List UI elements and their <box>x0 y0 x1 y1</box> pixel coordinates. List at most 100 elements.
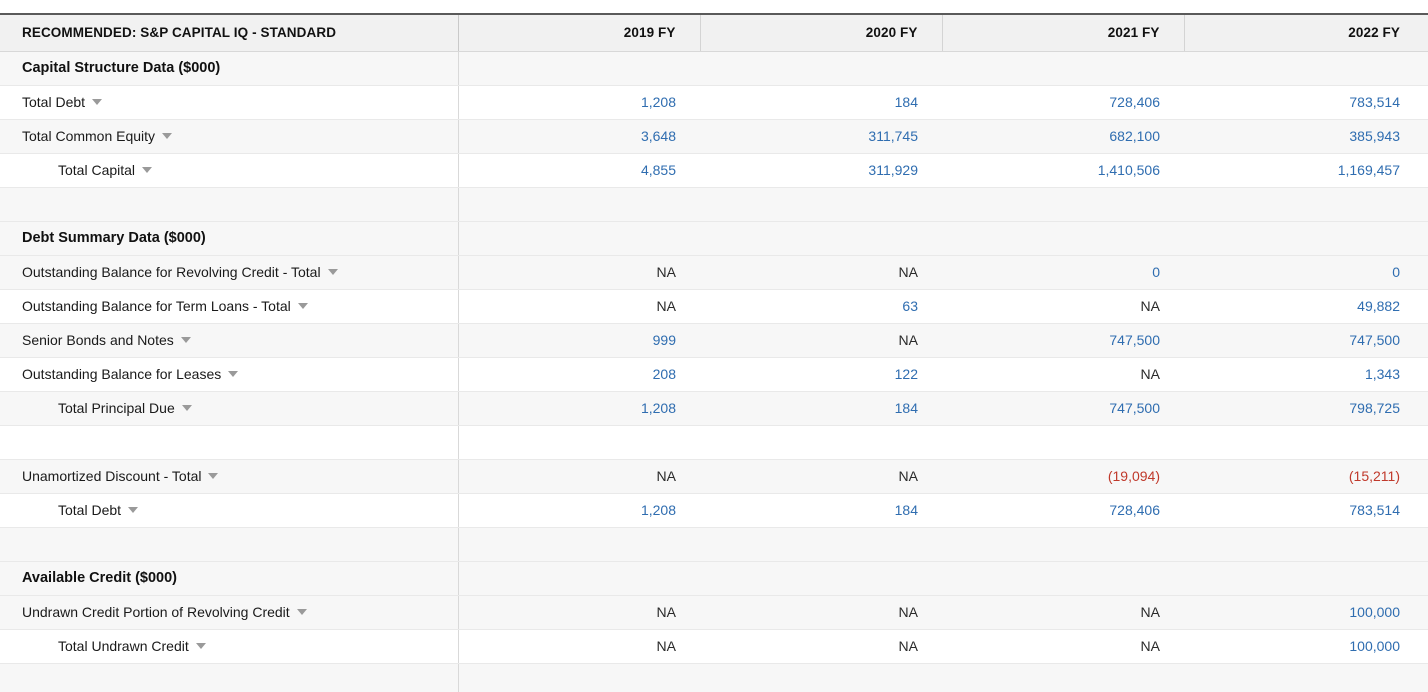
row-label[interactable]: Outstanding Balance for Term Loans - Tot… <box>0 289 458 323</box>
value-cell-2019-fy: 1,208 <box>458 493 700 527</box>
chevron-down-icon[interactable] <box>298 303 308 309</box>
cell-value: 122 <box>895 366 918 382</box>
cell-value: 0 <box>1152 264 1160 280</box>
row-label-text: Unamortized Discount - Total <box>22 468 201 484</box>
chevron-down-icon[interactable] <box>181 337 191 343</box>
value-cell-2020-fy <box>700 561 942 595</box>
capital-structure-table: RECOMMENDED: S&P CAPITAL IQ - STANDARD 2… <box>0 13 1428 692</box>
cell-value: (15,211) <box>1349 468 1400 484</box>
value-cell-2021-fy: NA <box>942 629 1184 663</box>
chevron-down-icon[interactable] <box>92 99 102 105</box>
row-label[interactable]: Total Debt <box>0 85 458 119</box>
cell-value: NA <box>899 468 918 484</box>
row-label-text: Undrawn Credit Portion of Revolving Cred… <box>22 604 290 620</box>
cell-value: NA <box>657 638 676 654</box>
value-cell-2022-fy: 1,343 <box>1184 357 1428 391</box>
chevron-down-icon[interactable] <box>297 609 307 615</box>
column-header-2021[interactable]: 2021 FY <box>942 14 1184 51</box>
row-label[interactable]: Total Debt <box>0 493 458 527</box>
header-row: RECOMMENDED: S&P CAPITAL IQ - STANDARD 2… <box>0 14 1428 51</box>
value-cell-2019-fy: 1,208 <box>458 85 700 119</box>
column-header-2020[interactable]: 2020 FY <box>700 14 942 51</box>
value-cell-2022-fy <box>1184 51 1428 85</box>
value-cell-2022-fy: 747,500 <box>1184 323 1428 357</box>
value-cell-2020-fy: NA <box>700 595 942 629</box>
value-cell-2019-fy: 1,208 <box>458 391 700 425</box>
value-cell-2019-fy <box>458 51 700 85</box>
cell-value: 0 <box>1392 264 1400 280</box>
cell-value: NA <box>899 264 918 280</box>
value-cell-2019-fy: 999 <box>458 323 700 357</box>
cell-value: NA <box>899 604 918 620</box>
chevron-down-icon[interactable] <box>182 405 192 411</box>
chevron-down-icon[interactable] <box>142 167 152 173</box>
chevron-down-icon[interactable] <box>328 269 338 275</box>
cell-value: 311,745 <box>868 128 918 144</box>
row-label-text: Outstanding Balance for Leases <box>22 366 221 382</box>
row-label[interactable]: Unamortized Discount - Total <box>0 459 458 493</box>
row-label[interactable]: Outstanding Balance for Leases <box>0 357 458 391</box>
chevron-down-icon[interactable] <box>196 643 206 649</box>
value-cell-2020-fy: NA <box>700 459 942 493</box>
table-row: Total Debt1,208184 728,406 783,514 <box>0 493 1428 527</box>
value-cell-2021-fy: 0 <box>942 255 1184 289</box>
cell-value: 385,943 <box>1349 128 1400 144</box>
section-header-row: Capital Structure Data ($000) <box>0 51 1428 85</box>
value-cell-2022-fy <box>1184 221 1428 255</box>
value-cell-2020-fy: NA <box>700 323 942 357</box>
value-cell-2020-fy <box>700 527 942 561</box>
section-label: Available Credit ($000) <box>0 561 458 595</box>
cell-value: 728,406 <box>1109 502 1160 518</box>
value-cell-2020-fy: 184 <box>700 85 942 119</box>
spacer-row <box>0 187 1428 221</box>
row-label[interactable]: Undrawn Credit Portion of Revolving Cred… <box>0 595 458 629</box>
value-cell-2019-fy <box>458 425 700 459</box>
cell-value: 783,514 <box>1349 94 1400 110</box>
chevron-down-icon[interactable] <box>162 133 172 139</box>
chevron-down-icon[interactable] <box>228 371 238 377</box>
section-header-row: Available Credit ($000) <box>0 561 1428 595</box>
row-label[interactable]: Total Common Equity <box>0 119 458 153</box>
value-cell-2020-fy: 184 <box>700 493 942 527</box>
cell-value: (19,094) <box>1108 468 1160 484</box>
spacer-row <box>0 663 1428 692</box>
row-label[interactable]: Outstanding Balance for Revolving Credit… <box>0 255 458 289</box>
value-cell-2019-fy: NA <box>458 255 700 289</box>
column-header-2019[interactable]: 2019 FY <box>458 14 700 51</box>
cell-value: 682,100 <box>1109 128 1160 144</box>
value-cell-2020-fy: NA <box>700 629 942 663</box>
value-cell-2022-fy <box>1184 527 1428 561</box>
row-label-text: Senior Bonds and Notes <box>22 332 174 348</box>
value-cell-2019-fy: 3,648 <box>458 119 700 153</box>
value-cell-2022-fy: 798,725 <box>1184 391 1428 425</box>
value-cell-2020-fy: 63 <box>700 289 942 323</box>
row-label[interactable]: Total Principal Due <box>0 391 458 425</box>
row-label[interactable]: Total Undrawn Credit <box>0 629 458 663</box>
row-label[interactable]: Senior Bonds and Notes <box>0 323 458 357</box>
spacer-cell <box>0 527 458 561</box>
value-cell-2022-fy <box>1184 425 1428 459</box>
value-cell-2022-fy <box>1184 187 1428 221</box>
row-label[interactable]: Total Capital <box>0 153 458 187</box>
cell-value: NA <box>1141 604 1160 620</box>
cell-value: 100,000 <box>1349 638 1400 654</box>
column-header-2022[interactable]: 2022 FY <box>1184 14 1428 51</box>
cell-value: 728,406 <box>1109 94 1160 110</box>
row-label-text: Total Undrawn Credit <box>58 638 189 654</box>
value-cell-2021-fy: NA <box>942 595 1184 629</box>
spacer-row <box>0 527 1428 561</box>
chevron-down-icon[interactable] <box>128 507 138 513</box>
table-row: Total Principal Due1,208184747,500798,72… <box>0 391 1428 425</box>
cell-value: 1,208 <box>641 94 676 110</box>
value-cell-2020-fy <box>700 187 942 221</box>
value-cell-2022-fy: 783,514 <box>1184 493 1428 527</box>
table-row: Senior Bonds and Notes999NA747,500747,50… <box>0 323 1428 357</box>
spacer-cell <box>0 425 458 459</box>
chevron-down-icon[interactable] <box>208 473 218 479</box>
section-label: Capital Structure Data ($000) <box>0 51 458 85</box>
cell-value: NA <box>657 468 676 484</box>
value-cell-2022-fy: 1,169,457 <box>1184 153 1428 187</box>
value-cell-2022-fy: 0 <box>1184 255 1428 289</box>
section-label: Debt Summary Data ($000) <box>0 221 458 255</box>
section-header-row: Debt Summary Data ($000) <box>0 221 1428 255</box>
